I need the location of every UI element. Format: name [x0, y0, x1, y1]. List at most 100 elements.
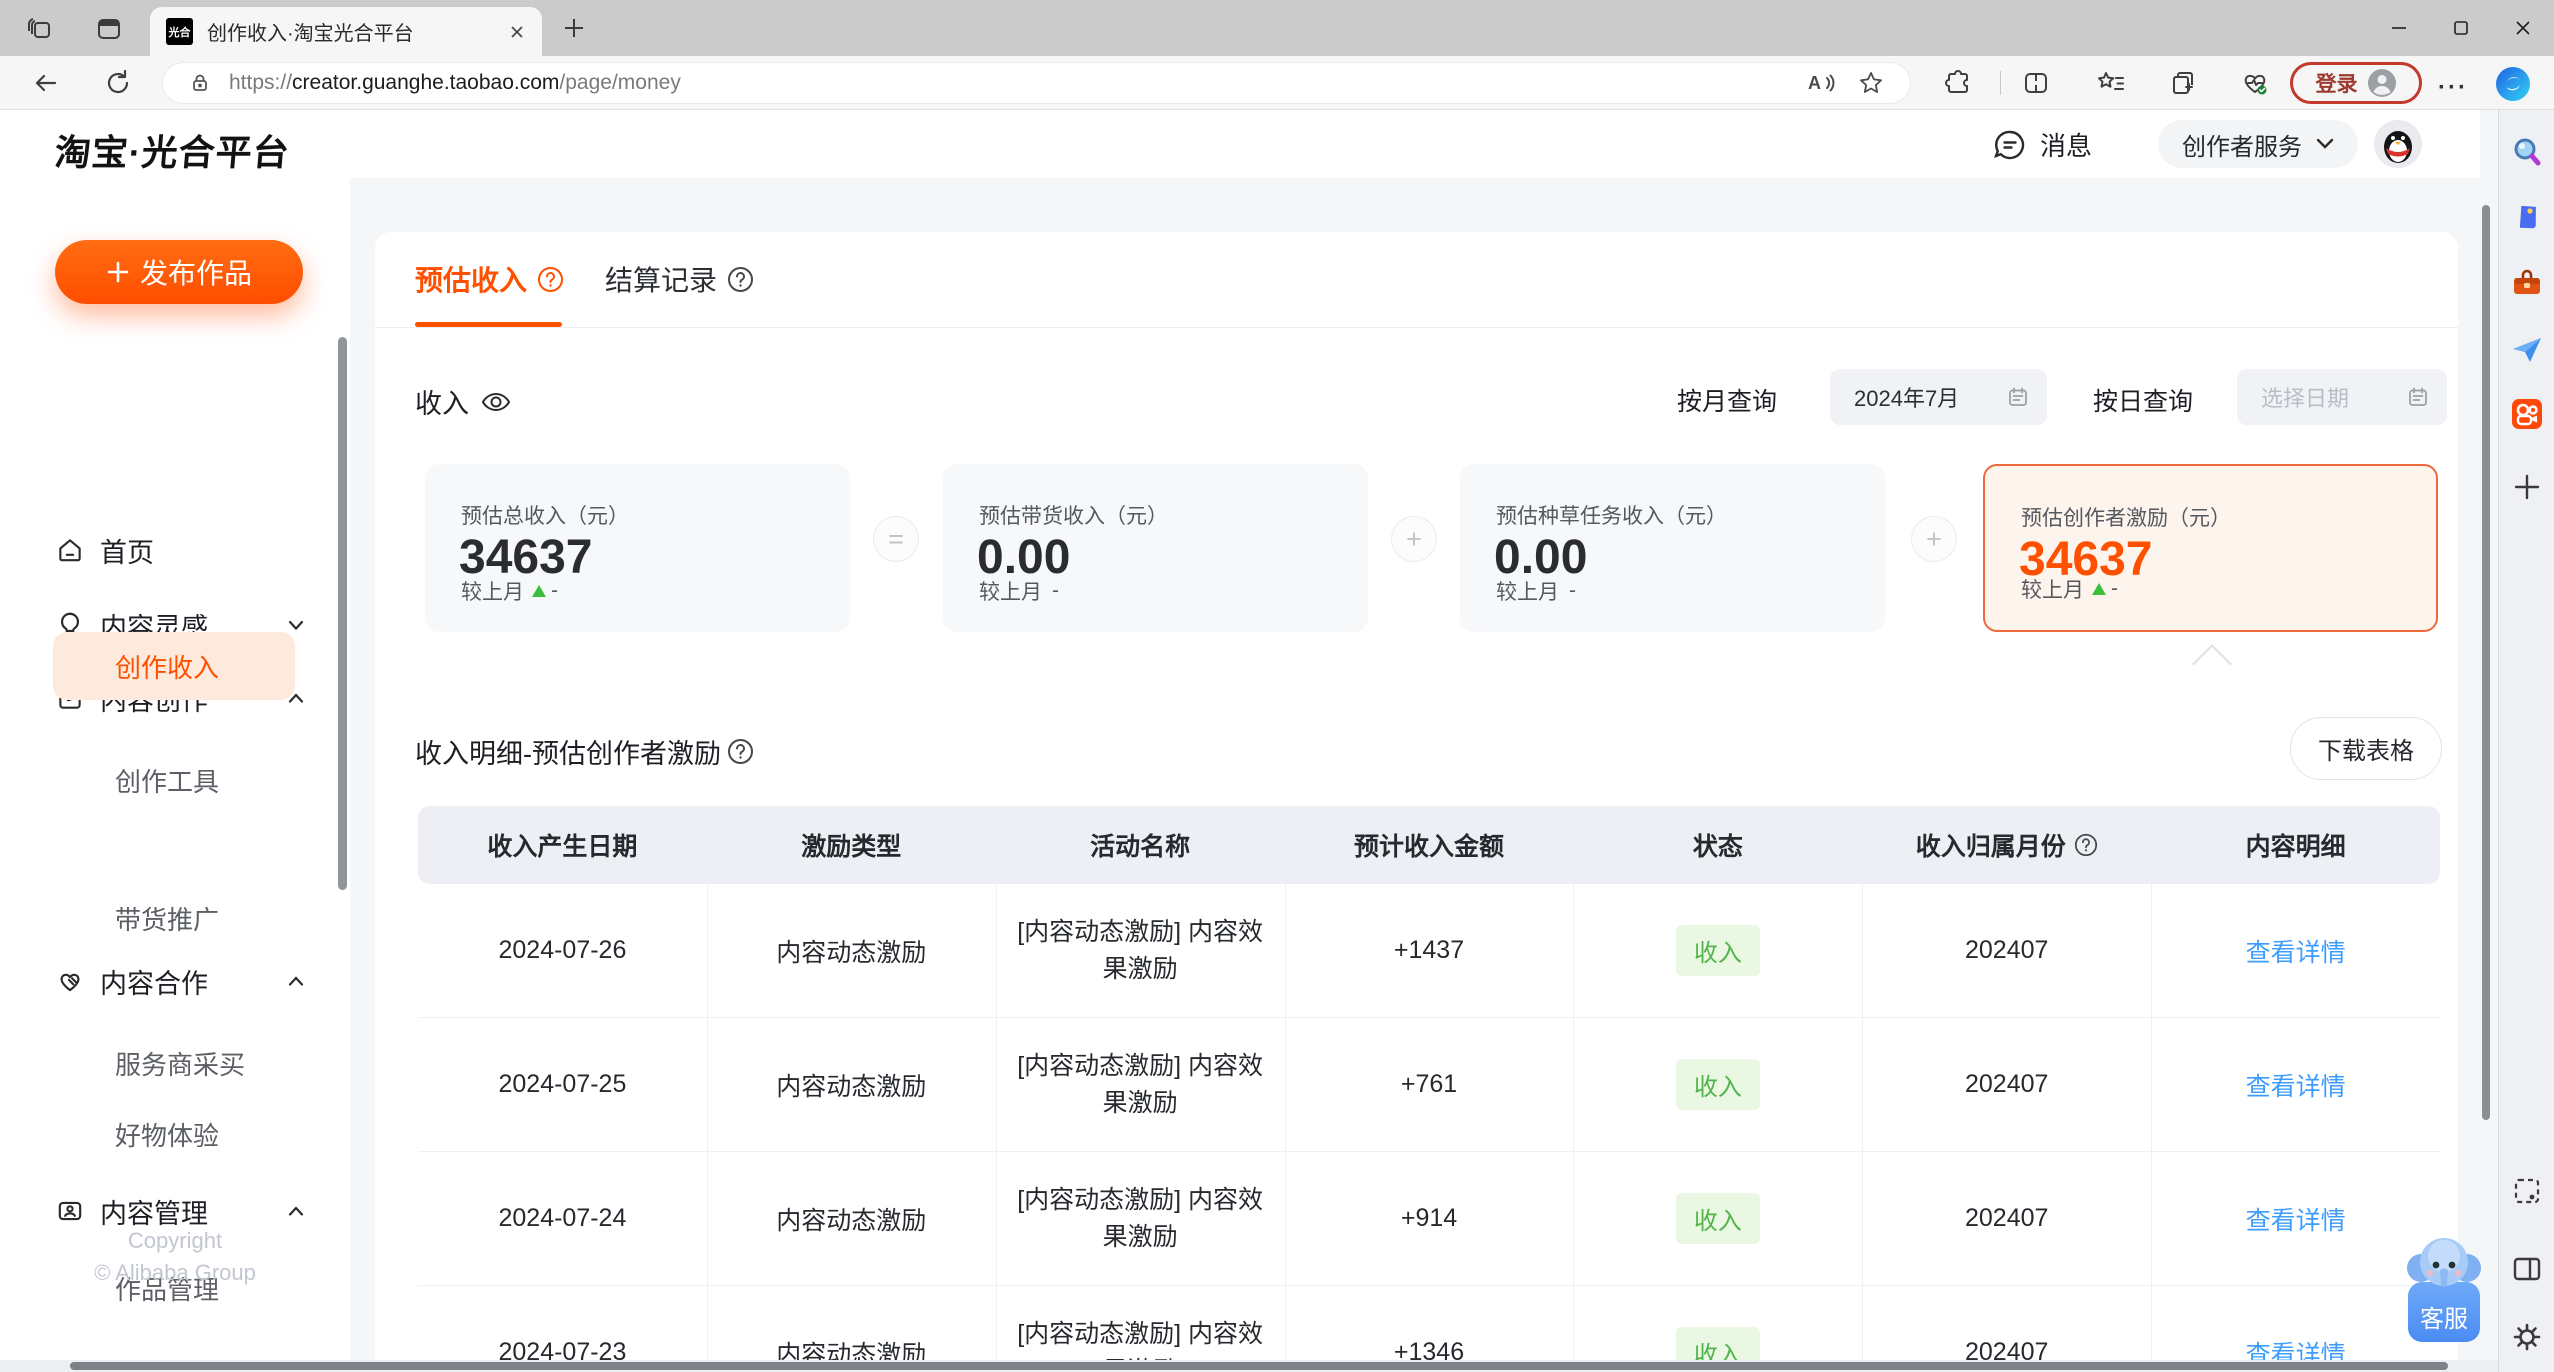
help-icon: [538, 266, 564, 292]
split-screen-icon[interactable]: [2022, 69, 2050, 97]
message-bubble-icon: [1993, 130, 2025, 159]
app-header: 淘宝·光合平台 消息 创作者服务: [0, 110, 2480, 178]
address-bar[interactable]: https://creator.guanghe.taobao.com/page/…: [163, 63, 1910, 103]
trend-up-icon: [532, 585, 546, 597]
day-query-label: 按日查询: [2093, 388, 2194, 416]
sidebar-item-service-purchase[interactable]: 服务商采买: [115, 1045, 245, 1082]
window-controls: [2368, 0, 2554, 56]
view-details-link[interactable]: 查看详情: [2246, 933, 2346, 969]
user-avatar[interactable]: [2374, 120, 2422, 168]
tab-actions-icon[interactable]: [95, 15, 123, 43]
penguin-avatar-icon: [2374, 120, 2422, 168]
add-icon[interactable]: [2510, 470, 2544, 504]
sidebar-item-creation-tools[interactable]: 创作工具: [115, 762, 219, 799]
refresh-icon[interactable]: [104, 69, 132, 97]
heart-hand-icon: [55, 966, 85, 996]
view-details-link[interactable]: 查看详情: [2246, 1201, 2346, 1237]
search-icon[interactable]: [2510, 135, 2544, 169]
creator-service-menu[interactable]: 创作者服务: [2158, 120, 2358, 168]
lock-icon[interactable]: [189, 72, 211, 94]
column-separator: [1862, 884, 1864, 1372]
capture-icon[interactable]: [2510, 1174, 2544, 1208]
download-table-button[interactable]: 下载表格: [2290, 717, 2442, 780]
url-text: https://creator.guanghe.taobao.com/page/…: [229, 71, 681, 94]
stat-card-task-income: 预估种草任务收入（元） 0.00 较上月 -: [1460, 464, 1885, 632]
chevron-down-icon: [2316, 138, 2334, 149]
day-picker[interactable]: 选择日期: [2237, 369, 2447, 425]
header-with-help: 收入归属月份: [1862, 827, 2151, 863]
workspaces-icon[interactable]: [26, 15, 54, 43]
plus-icon: [107, 261, 129, 283]
app-logo: 淘宝·光合平台: [52, 132, 292, 173]
browser-essentials-icon[interactable]: [2240, 68, 2270, 98]
tools-icon[interactable]: [2510, 267, 2544, 301]
sidebar-item-creation-income[interactable]: 创作收入: [53, 632, 295, 700]
page-scrollbar[interactable]: [2482, 205, 2490, 1120]
help-icon[interactable]: [2074, 833, 2098, 857]
chevron-up-icon: [288, 1205, 304, 1217]
more-dots-icon[interactable]: ···: [2438, 74, 2468, 102]
customer-service-widget[interactable]: 客服: [2405, 1232, 2483, 1342]
tab-title: 创作收入·淘宝光合平台: [207, 23, 414, 45]
browser-tab[interactable]: 光合 创作收入·淘宝光合平台: [150, 7, 542, 56]
login-button[interactable]: 登录: [2290, 62, 2422, 104]
tabs-divider: [375, 327, 2458, 328]
status-badge: 收入: [1675, 925, 1760, 976]
read-aloud-icon[interactable]: A: [1806, 69, 1836, 97]
sidebar-item-promotion[interactable]: 带货推广: [115, 900, 219, 937]
stat-card-sales-income: 预估带货收入（元） 0.00 较上月 -: [943, 464, 1368, 632]
plus-operator: +: [1911, 516, 1957, 562]
site-favicon: 光合: [166, 18, 193, 45]
eye-icon[interactable]: [481, 390, 511, 414]
stat-card-total-income: 预估总收入（元） 34637 较上月 -: [425, 464, 850, 632]
collections-icon[interactable]: [2170, 69, 2198, 97]
table-row: 2024-07-26 内容动态激励 [内容动态激励] 内容效果激励 +1437 …: [418, 884, 2440, 1018]
kuaishou-icon[interactable]: [2510, 397, 2544, 431]
new-tab-icon[interactable]: [562, 16, 586, 40]
edge-sidebar: [2498, 110, 2554, 1372]
horizontal-scrollbar-thumb[interactable]: [70, 1362, 2448, 1370]
screen: 光合 创作收入·淘宝光合平台 https://creator.guanghe.t…: [0, 0, 2554, 1372]
publish-button[interactable]: 发布作品: [55, 240, 303, 304]
close-window-button[interactable]: [2492, 0, 2554, 56]
chat-label: 客服: [2420, 1306, 2468, 1333]
messages-button[interactable]: 消息: [1992, 126, 2092, 163]
column-separator: [706, 884, 708, 1372]
favorite-star-icon[interactable]: [1858, 70, 1884, 96]
minimize-button[interactable]: [2368, 0, 2430, 56]
sidebar-scrollbar[interactable]: [338, 337, 347, 890]
help-icon[interactable]: [727, 738, 754, 765]
sidebar-item-home[interactable]: 首页: [0, 524, 350, 576]
column-separator: [995, 884, 997, 1372]
back-icon[interactable]: [32, 69, 60, 97]
equals-operator: =: [873, 516, 919, 562]
stat-card-creator-incentive[interactable]: 预估创作者激励（元） 34637 较上月 -: [1983, 464, 2438, 632]
view-details-link[interactable]: 查看详情: [2246, 1067, 2346, 1103]
maximize-button[interactable]: [2430, 0, 2492, 56]
month-picker[interactable]: 2024年7月: [1830, 369, 2047, 425]
profile-icon: [2367, 69, 2396, 97]
tab-settlement-record[interactable]: 结算记录: [605, 259, 754, 299]
shopping-icon[interactable]: [2510, 201, 2544, 235]
help-icon: [728, 266, 754, 292]
sidebar-item-product-trial[interactable]: 好物体验: [115, 1116, 219, 1153]
favorites-list-icon[interactable]: [2096, 69, 2126, 97]
detail-section-title: 收入明细-预估创作者激励: [415, 732, 754, 771]
chevron-down-icon: [288, 620, 304, 631]
svg-text:A: A: [1808, 73, 1821, 93]
month-query-label: 按月查询: [1677, 388, 1778, 416]
side-panel-icon[interactable]: [2510, 1252, 2544, 1286]
tab-estimated-income[interactable]: 预估收入: [415, 259, 564, 299]
main-content: 预估收入 结算记录 收入 按月查询 2024年7月 按日查询 选择日期 预估总收…: [375, 232, 2458, 1372]
plus-operator: +: [1391, 516, 1437, 562]
elephant-mascot-icon: [2407, 1238, 2481, 1287]
tab-close-icon[interactable]: [508, 23, 526, 41]
column-separator: [2151, 884, 2153, 1372]
browser-toolbar: https://creator.guanghe.taobao.com/page/…: [0, 56, 2554, 110]
extensions-icon[interactable]: [1944, 69, 1972, 97]
send-icon[interactable]: [2510, 333, 2544, 367]
sidebar-item-cooperation[interactable]: 内容合作: [0, 955, 350, 1007]
chevron-up-icon: [288, 975, 304, 987]
copilot-icon[interactable]: [2494, 65, 2532, 103]
settings-gear-icon[interactable]: [2510, 1320, 2544, 1354]
